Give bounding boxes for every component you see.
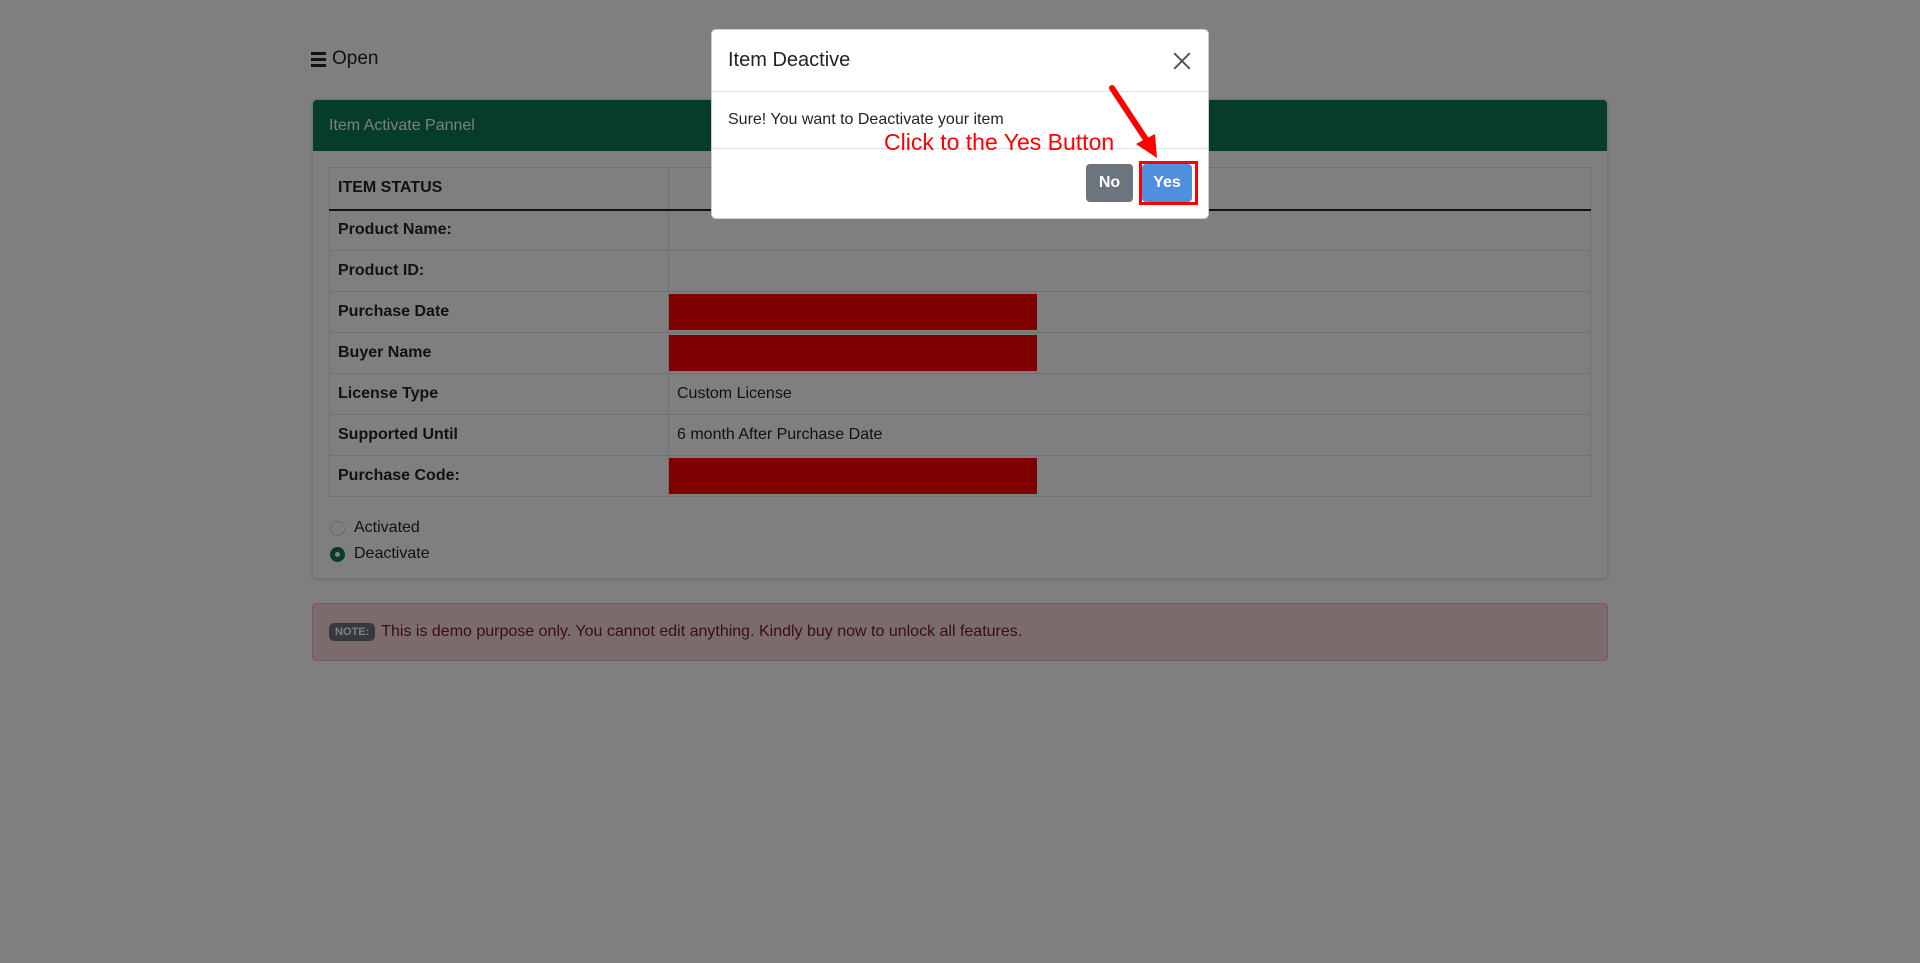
modal-title: Item Deactive — [728, 49, 851, 71]
no-button[interactable]: No — [1086, 164, 1133, 202]
instruction-annotation: Click to the Yes Button — [884, 129, 1115, 155]
page: Open Item Activate Pannel ITEM STATUS Pr… — [0, 0, 1920, 963]
yes-button-highlight — [1139, 161, 1198, 205]
arrow-icon — [1109, 85, 1157, 158]
close-icon[interactable] — [1172, 51, 1192, 71]
